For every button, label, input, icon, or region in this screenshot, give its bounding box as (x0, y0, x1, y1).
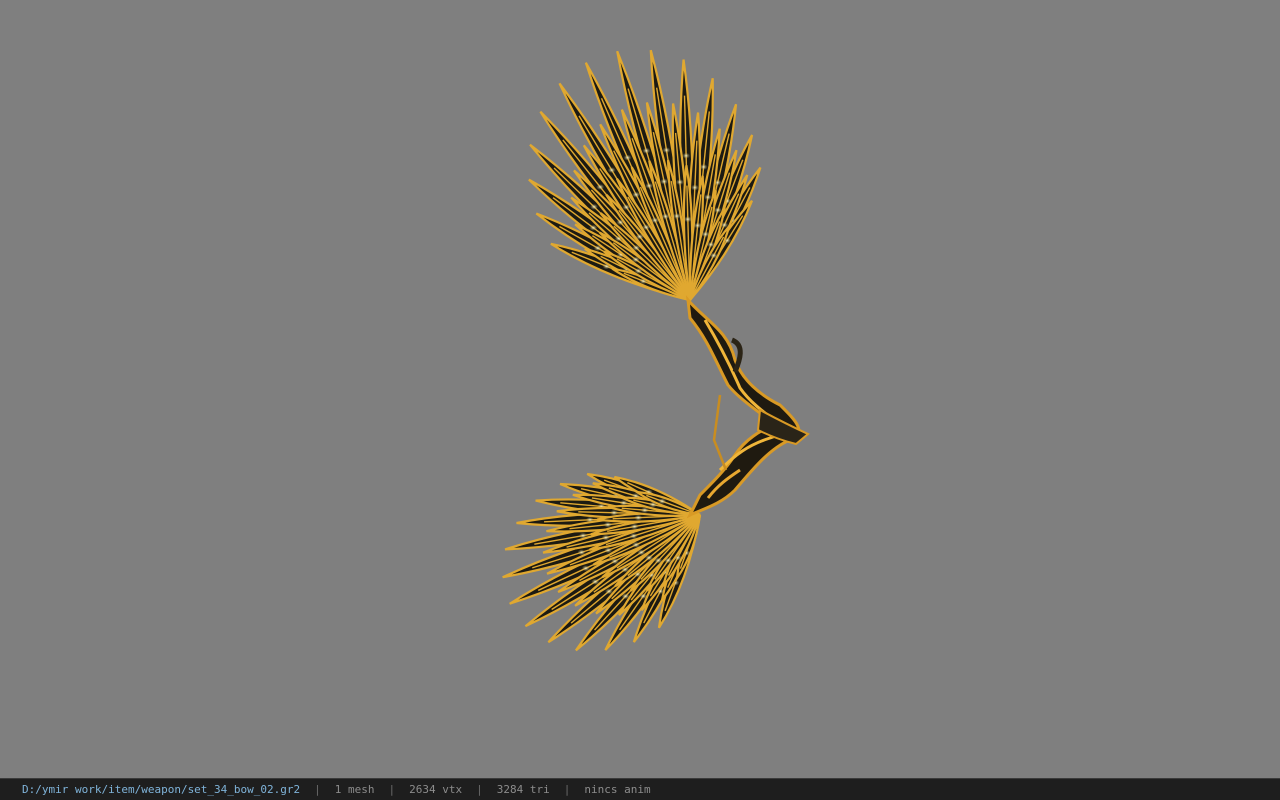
lower-limb-feathers (502, 472, 702, 652)
status-bar: D:/ymir work/item/weapon/set_34_bow_02.g… (0, 778, 1280, 800)
vertex-count-label: 2634 vtx (409, 783, 463, 796)
triangle-count-label: 3284 tri (496, 783, 550, 796)
status-separator: | (563, 783, 571, 796)
3d-viewport[interactable] (0, 0, 1280, 778)
mesh-count-label: 1 mesh (334, 783, 375, 796)
animation-status-label: nincs anim (584, 783, 651, 796)
status-separator: | (314, 783, 321, 796)
bow-model[interactable] (0, 0, 1280, 778)
bow-grip (685, 295, 810, 519)
status-separator: | (476, 783, 483, 796)
status-separator: | (388, 783, 396, 796)
upper-limb-feathers (528, 49, 762, 302)
file-path-label: D:/ymir work/item/weapon/set_34_bow_02.g… (22, 783, 301, 796)
